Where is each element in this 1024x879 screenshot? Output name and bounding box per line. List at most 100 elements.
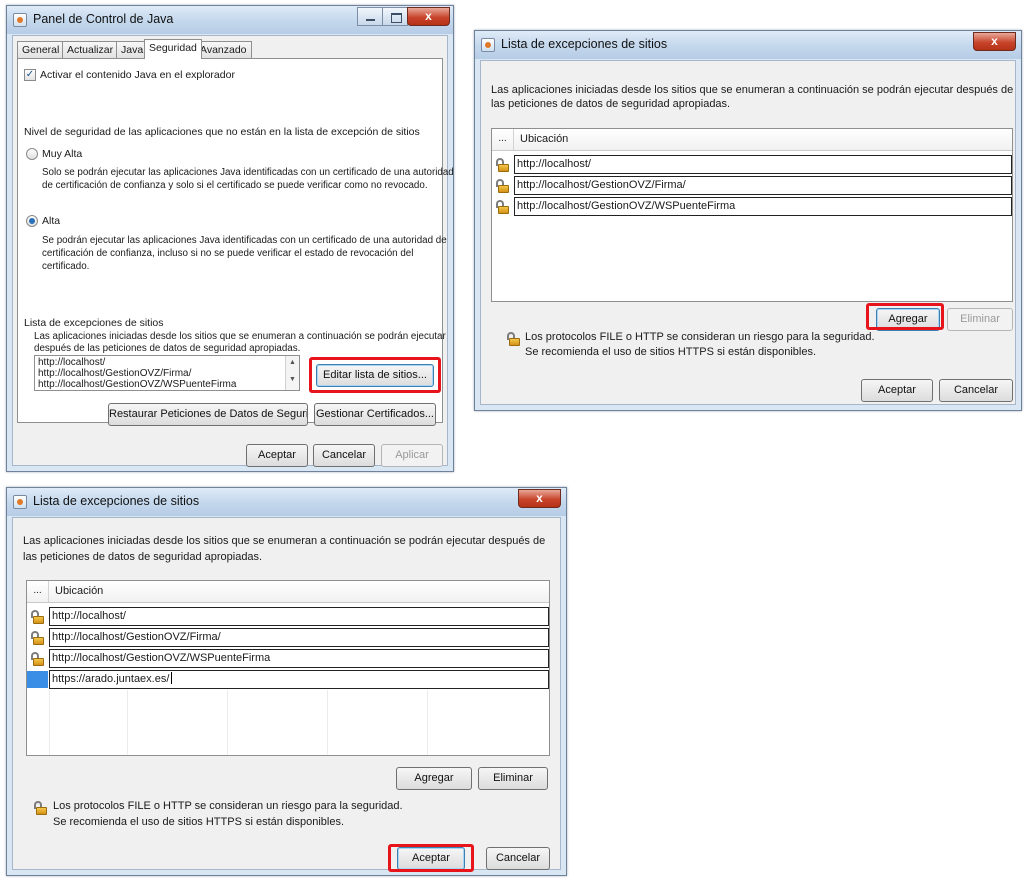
table-row[interactable]: http://localhost/ [492, 155, 1012, 174]
close-icon[interactable]: x [518, 489, 561, 508]
table-cell-url[interactable]: http://localhost/ [49, 607, 549, 626]
high-desc-1: Se podrán ejecutar las aplicaciones Java… [42, 235, 447, 246]
warning-text-1: Los protocolos FILE o HTTP se consideran… [53, 800, 403, 812]
very-high-desc-2: de certificación de confianza y solo si … [42, 180, 428, 191]
enable-java-checkbox[interactable]: ✓ [24, 69, 36, 81]
remove-button[interactable]: Eliminar [478, 767, 548, 790]
highlight-add [866, 303, 944, 330]
exceptions-heading: Lista de excepciones de sitios [24, 317, 164, 329]
java-icon [13, 495, 27, 509]
high-desc-2: certificación de confianza, incluso si n… [42, 248, 414, 259]
tab-general[interactable]: General [17, 41, 65, 58]
high-label: Alta [42, 215, 61, 227]
table-row-new[interactable]: https://arado.juntaex.es/ [27, 670, 549, 689]
list-item[interactable]: http://localhost/GestionOVZ/WSPuenteFirm… [38, 379, 236, 390]
column-header-dots[interactable]: ... [492, 129, 514, 150]
title-bar[interactable]: Lista de excepciones de sitios x [7, 488, 566, 516]
apply-button[interactable]: Aplicar [381, 444, 443, 467]
table-cell-url[interactable]: http://localhost/GestionOVZ/Firma/ [514, 176, 1012, 195]
tab-seguridad[interactable]: Seguridad [144, 39, 202, 59]
dialog-title: Lista de excepciones de sitios [501, 37, 668, 51]
column-header-location[interactable]: Ubicación [55, 585, 103, 597]
dialog-body: Las aplicaciones iniciadas desde los sit… [12, 517, 561, 872]
maximize-icon[interactable] [382, 7, 408, 26]
table-row[interactable]: http://localhost/GestionOVZ/WSPuenteFirm… [492, 197, 1012, 216]
minimize-icon[interactable] [357, 7, 383, 26]
enable-java-label: Activar el contenido Java en el explorad… [40, 69, 235, 81]
dialog-description-2: las peticiones de datos de seguridad apr… [23, 551, 263, 563]
lock-icon [27, 649, 49, 668]
exception-list-dialog-2: Lista de excepciones de sitios x Las apl… [6, 487, 567, 876]
exceptions-desc-1: Las aplicaciones iniciadas desde los sit… [34, 331, 446, 342]
new-row-selector[interactable] [27, 671, 48, 688]
security-level-heading: Nivel de seguridad de las aplicaciones q… [24, 126, 420, 138]
security-tab-panel: ✓ Activar el contenido Java en el explor… [17, 58, 454, 426]
very-high-label: Muy Alta [42, 148, 83, 160]
lock-icon [492, 197, 514, 216]
table-grid [27, 690, 549, 755]
restore-prompts-button[interactable]: Restaurar Peticiones de Datos de Segurid… [108, 403, 308, 426]
very-high-radio[interactable] [26, 148, 38, 160]
column-header-dots[interactable]: ... [27, 581, 49, 602]
manage-certificates-button[interactable]: Gestionar Certificados... [314, 403, 436, 426]
dialog-title: Lista de excepciones de sitios [33, 494, 200, 508]
table-row[interactable]: http://localhost/GestionOVZ/Firma/ [27, 628, 549, 647]
list-item[interactable]: http://localhost/ [38, 357, 105, 368]
exception-list-dialog-1: Lista de excepciones de sitios x Las apl… [474, 30, 1022, 411]
cancel-button[interactable]: Cancelar [486, 847, 550, 870]
title-bar[interactable]: Panel de Control de Java x [7, 6, 453, 34]
lock-icon [492, 155, 514, 174]
title-bar[interactable]: Lista de excepciones de sitios x [475, 31, 1021, 59]
sites-table[interactable]: ... Ubicación http://localhost/ http://l… [491, 128, 1013, 302]
lock-icon [27, 628, 49, 647]
java-control-panel-window: Panel de Control de Java x General Actua… [6, 5, 454, 472]
sites-table[interactable]: ... Ubicación http://localhost/ http://l… [26, 580, 550, 756]
table-cell-url[interactable]: http://localhost/GestionOVZ/WSPuenteFirm… [514, 197, 1012, 216]
very-high-desc-1: Solo se podrán ejecutar las aplicaciones… [42, 167, 454, 178]
add-button[interactable]: Agregar [396, 767, 472, 790]
close-icon[interactable]: x [973, 32, 1016, 51]
tab-actualizar[interactable]: Actualizar [62, 41, 119, 58]
table-row[interactable]: http://localhost/ [27, 607, 549, 626]
accept-button[interactable]: Aceptar [861, 379, 933, 402]
panel-body: General Actualizar Java Seguridad Avanza… [12, 35, 454, 467]
warning-text-2: Se recomienda el uso de sitios HTTPS si … [53, 816, 345, 828]
java-icon [481, 38, 495, 52]
java-icon [13, 13, 27, 27]
table-row[interactable]: http://localhost/GestionOVZ/Firma/ [492, 176, 1012, 195]
new-site-value: https://arado.juntaex.es/ [52, 673, 170, 685]
scrollbar[interactable]: ▲ ▼ [285, 356, 299, 390]
dialog-description-2: las peticiones de datos de seguridad apr… [491, 98, 731, 110]
table-cell-url[interactable]: http://localhost/GestionOVZ/Firma/ [49, 628, 549, 647]
warning-text-1: Los protocolos FILE o HTTP se consideran… [525, 331, 875, 343]
remove-button[interactable]: Eliminar [947, 308, 1013, 331]
lock-icon [492, 176, 514, 195]
dialog-description-1: Las aplicaciones iniciadas desde los sit… [23, 535, 546, 547]
table-cell-url[interactable]: http://localhost/GestionOVZ/WSPuenteFirm… [49, 649, 549, 668]
lock-icon [507, 332, 520, 346]
highlight-accept [388, 844, 474, 872]
text-caret [171, 672, 173, 684]
new-site-input[interactable]: https://arado.juntaex.es/ [49, 670, 549, 689]
column-header-location[interactable]: Ubicación [520, 133, 568, 145]
highlight-edit-sites [309, 357, 441, 393]
high-radio[interactable] [26, 215, 38, 227]
dialog-description-1: Las aplicaciones iniciadas desde los sit… [491, 84, 1014, 96]
cancel-button[interactable]: Cancelar [939, 379, 1013, 402]
table-header: ... Ubicación [492, 129, 1012, 151]
list-item[interactable]: http://localhost/GestionOVZ/Firma/ [38, 368, 191, 379]
lock-icon [34, 801, 47, 815]
table-row[interactable]: http://localhost/GestionOVZ/WSPuenteFirm… [27, 649, 549, 668]
cancel-button[interactable]: Cancelar [313, 444, 375, 467]
accept-button[interactable]: Aceptar [246, 444, 308, 467]
window-title: Panel de Control de Java [33, 12, 174, 26]
warning-text-2: Se recomienda el uso de sitios HTTPS si … [525, 346, 817, 358]
table-cell-url[interactable]: http://localhost/ [514, 155, 1012, 174]
tab-avanzado[interactable]: Avanzado [195, 41, 252, 58]
close-icon[interactable]: x [407, 7, 450, 26]
table-header: ... Ubicación [27, 581, 549, 603]
lock-icon [27, 607, 49, 626]
exceptions-desc-2: después de las peticiones de datos de se… [34, 343, 301, 354]
sites-listbox[interactable]: http://localhost/ http://localhost/Gesti… [34, 355, 300, 391]
dialog-body: Las aplicaciones iniciadas desde los sit… [480, 60, 1016, 405]
